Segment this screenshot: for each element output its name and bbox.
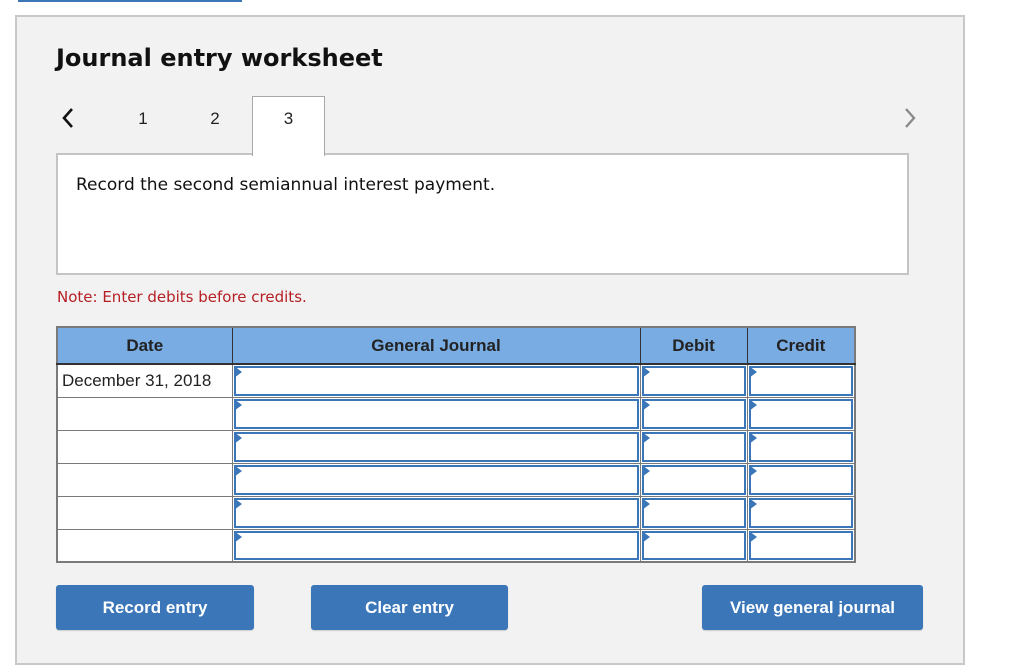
credit-input[interactable] xyxy=(748,530,853,560)
account-input[interactable] xyxy=(233,530,639,560)
dropdown-indicator-icon xyxy=(748,464,757,477)
date-cell: December 31, 2018 xyxy=(56,363,233,398)
debit-cell xyxy=(639,495,748,530)
credit-input[interactable] xyxy=(748,366,853,396)
credit-input[interactable] xyxy=(748,464,853,495)
credit-cell xyxy=(746,429,856,464)
date-cell xyxy=(56,495,233,530)
dropdown-indicator-icon xyxy=(233,530,242,543)
dropdown-indicator-icon xyxy=(641,497,650,510)
dropdown-indicator-icon xyxy=(233,431,242,444)
credit-cell xyxy=(746,528,856,563)
credit-cell xyxy=(746,462,856,497)
view-general-journal-button[interactable]: View general journal xyxy=(702,585,923,630)
date-cell xyxy=(56,528,233,563)
previous-button[interactable] xyxy=(58,104,78,132)
table-row xyxy=(56,495,856,530)
table-row xyxy=(56,429,856,464)
tab-2-label: 2 xyxy=(210,109,220,128)
account-cell xyxy=(231,495,641,530)
instruction-box: Record the second semiannual interest pa… xyxy=(56,153,909,275)
record-entry-button[interactable]: Record entry xyxy=(56,585,254,630)
dropdown-indicator-icon xyxy=(748,398,757,411)
note-text: Note: Enter debits before credits. xyxy=(57,288,307,306)
table-header-row: Date General Journal Debit Credit xyxy=(56,326,856,365)
page-title: Journal entry worksheet xyxy=(56,44,383,72)
account-input[interactable] xyxy=(233,431,639,462)
tab-3-label: 3 xyxy=(283,109,294,128)
top-accent-bar xyxy=(18,0,242,2)
account-cell xyxy=(231,396,641,431)
debit-input[interactable] xyxy=(641,366,746,396)
debit-input[interactable] xyxy=(641,398,746,429)
credit-input[interactable] xyxy=(748,497,853,528)
tab-2[interactable]: 2 xyxy=(195,97,235,155)
account-input[interactable] xyxy=(233,497,639,528)
date-cell xyxy=(56,462,233,497)
dropdown-indicator-icon xyxy=(641,530,650,543)
clear-entry-button[interactable]: Clear entry xyxy=(311,585,508,630)
debit-input[interactable] xyxy=(641,464,746,495)
tab-1-label: 1 xyxy=(138,109,148,128)
table-row xyxy=(56,396,856,431)
dropdown-indicator-icon xyxy=(641,431,650,444)
column-header-credit: Credit xyxy=(746,326,856,365)
account-input[interactable] xyxy=(233,464,639,495)
debit-cell xyxy=(639,462,748,497)
dropdown-indicator-icon xyxy=(748,431,757,444)
dropdown-indicator-icon xyxy=(641,398,650,411)
debit-cell xyxy=(639,429,748,464)
table-row xyxy=(56,528,856,563)
tab-3-active[interactable]: 3 xyxy=(252,96,325,156)
debit-input[interactable] xyxy=(641,530,746,560)
debit-input[interactable] xyxy=(641,431,746,462)
journal-table: Date General Journal Debit Credit Decemb… xyxy=(56,326,856,563)
column-header-date: Date xyxy=(56,326,233,365)
date-cell xyxy=(56,396,233,431)
dropdown-indicator-icon xyxy=(748,497,757,510)
table-row xyxy=(56,462,856,497)
dropdown-indicator-icon xyxy=(641,366,650,378)
debit-cell xyxy=(639,396,748,431)
column-header-general-journal: General Journal xyxy=(231,326,641,365)
account-cell xyxy=(231,363,641,398)
column-header-debit: Debit xyxy=(639,326,748,365)
date-cell xyxy=(56,429,233,464)
debit-cell xyxy=(639,363,748,398)
credit-cell xyxy=(746,363,856,398)
dropdown-indicator-icon xyxy=(233,398,242,411)
dropdown-indicator-icon xyxy=(748,366,757,378)
dropdown-indicator-icon xyxy=(233,366,242,378)
credit-input[interactable] xyxy=(748,431,853,462)
chevron-right-icon xyxy=(905,108,916,128)
tab-1[interactable]: 1 xyxy=(123,97,163,155)
account-cell xyxy=(231,429,641,464)
dropdown-indicator-icon xyxy=(233,464,242,477)
table-row: December 31, 2018 xyxy=(56,363,856,398)
account-cell xyxy=(231,528,641,563)
dropdown-indicator-icon xyxy=(641,464,650,477)
chevron-left-icon xyxy=(62,108,73,128)
account-input[interactable] xyxy=(233,366,639,396)
debit-cell xyxy=(639,528,748,563)
dropdown-indicator-icon xyxy=(233,497,242,510)
account-cell xyxy=(231,462,641,497)
credit-cell xyxy=(746,495,856,530)
debit-input[interactable] xyxy=(641,497,746,528)
credit-cell xyxy=(746,396,856,431)
next-button[interactable] xyxy=(900,104,920,132)
account-input[interactable] xyxy=(233,398,639,429)
dropdown-indicator-icon xyxy=(748,530,757,543)
instruction-text: Record the second semiannual interest pa… xyxy=(76,175,496,195)
credit-input[interactable] xyxy=(748,398,853,429)
